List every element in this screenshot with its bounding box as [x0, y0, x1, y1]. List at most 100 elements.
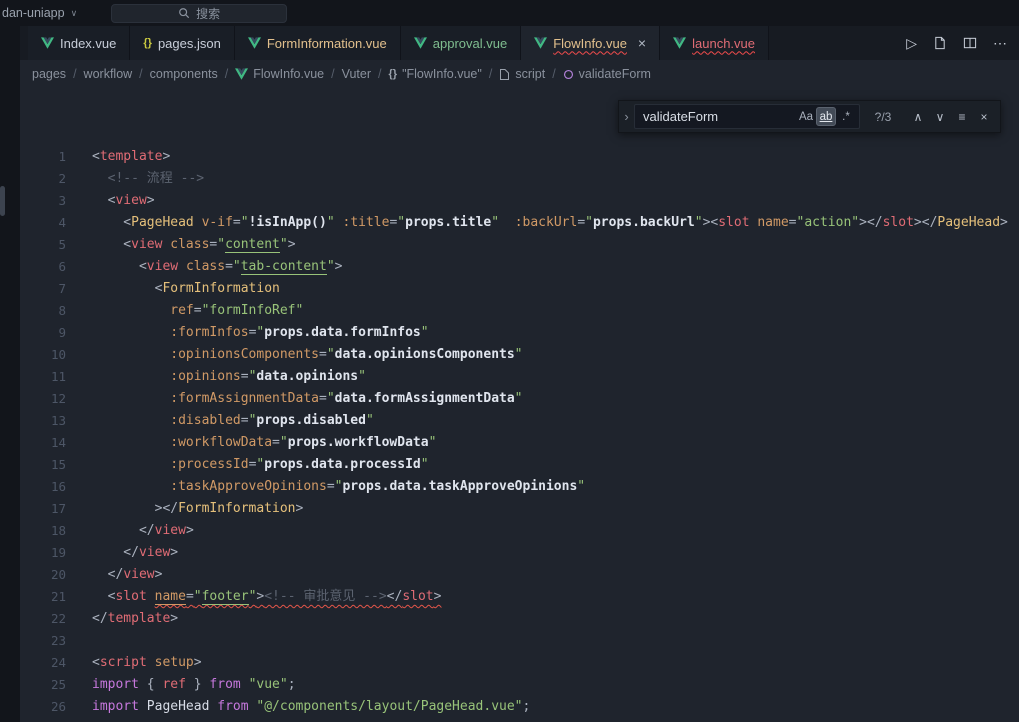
- line-number: 21: [20, 586, 66, 608]
- code-line-content: :processId="props.data.processId": [92, 454, 429, 476]
- editor-group: Index.vue{}pages.json FormInformation.vue…: [20, 26, 1019, 722]
- line-number: 19: [20, 542, 66, 564]
- code-line: 3 <view>: [20, 190, 1019, 212]
- code-line: 14 :workflowData="props.workflowData": [20, 432, 1019, 454]
- breadcrumb-item[interactable]: validateForm: [563, 67, 651, 81]
- line-number: 15: [20, 454, 66, 476]
- breadcrumb-item[interactable]: workflow: [84, 67, 133, 81]
- find-expand-chevron-icon[interactable]: ›: [619, 101, 634, 132]
- breadcrumb-item[interactable]: components: [150, 67, 218, 81]
- code-line-content: ref="formInfoRef": [92, 300, 303, 322]
- tab-bar-tabs: Index.vue{}pages.json FormInformation.vue…: [20, 26, 769, 60]
- code-line: 4 <PageHead v-if="!isInApp()" :title="pr…: [20, 212, 1019, 234]
- code-line: 7 <FormInformation: [20, 278, 1019, 300]
- editor-tab[interactable]: approval.vue: [401, 26, 521, 60]
- breadcrumb-label: Vuter: [342, 67, 371, 81]
- line-number: 11: [20, 366, 66, 388]
- breadcrumb-label: "FlowInfo.vue": [402, 67, 482, 81]
- tab-label: FormInformation.vue: [267, 36, 387, 51]
- breadcrumb-label: script: [515, 67, 545, 81]
- code-line-content: </view>: [92, 520, 194, 542]
- code-line: 2 <!-- 流程 -->: [20, 168, 1019, 190]
- code-line: 16 :taskApproveOpinions="props.data.task…: [20, 476, 1019, 498]
- breadcrumb-label: validateForm: [579, 67, 651, 81]
- tab-label: approval.vue: [433, 36, 507, 51]
- editor-tab[interactable]: {}pages.json: [130, 26, 234, 60]
- code-line-content: :disabled="props.disabled": [92, 410, 374, 432]
- line-number: 26: [20, 696, 66, 718]
- code-line-content: :formAssignmentData="data.formAssignment…: [92, 388, 523, 410]
- line-number: 18: [20, 520, 66, 542]
- find-in-selection-button[interactable]: ≡: [952, 107, 972, 127]
- find-input-box: Aa ab .*: [634, 104, 860, 129]
- code-line-content: import { ref } from "vue";: [92, 674, 296, 696]
- vue-icon: [248, 37, 261, 49]
- run-icon[interactable]: ▷: [906, 35, 917, 52]
- code-line: 11 :opinions="data.opinions": [20, 366, 1019, 388]
- code-line-content: <slot name="footer"><!-- 审批意见 --></slot>: [92, 586, 441, 608]
- tab-close-icon[interactable]: ×: [638, 35, 646, 51]
- tab-label: launch.vue: [692, 36, 755, 51]
- code-line-content: :opinionsComponents="data.opinionsCompon…: [92, 344, 523, 366]
- project-name[interactable]: dan-uniapp: [2, 6, 65, 20]
- line-number: 17: [20, 498, 66, 520]
- code-line: 13 :disabled="props.disabled": [20, 410, 1019, 432]
- code-line: 10 :opinionsComponents="data.opinionsCom…: [20, 344, 1019, 366]
- line-number: 20: [20, 564, 66, 586]
- breadcrumb-item[interactable]: {} "FlowInfo.vue": [389, 67, 482, 81]
- find-input[interactable]: [643, 109, 796, 124]
- editor-tab[interactable]: FormInformation.vue: [235, 26, 401, 60]
- code-line: 8 ref="formInfoRef": [20, 300, 1019, 322]
- breadcrumb-separator: /: [331, 67, 334, 81]
- editor-actions: ▷ ⋯: [894, 26, 1019, 60]
- editor-tab[interactable]: launch.vue: [660, 26, 769, 60]
- find-close-button[interactable]: ×: [974, 107, 994, 127]
- code-line: 22</template>: [20, 608, 1019, 630]
- line-number: 7: [20, 278, 66, 300]
- activity-bar: [0, 26, 20, 722]
- line-number: 6: [20, 256, 66, 278]
- breadcrumb-item[interactable]: Vuter: [342, 67, 371, 81]
- braces-icon: {}: [389, 68, 398, 80]
- open-changes-icon[interactable]: [933, 36, 947, 50]
- find-results-count: ?/3: [870, 110, 896, 124]
- breadcrumb-item[interactable]: FlowInfo.vue: [235, 67, 324, 81]
- code-line: 18 </view>: [20, 520, 1019, 542]
- editor-pane[interactable]: › Aa ab .* ?/3 ∧ ∨ ≡ × 1<template>2 <!--…: [20, 88, 1019, 722]
- find-next-button[interactable]: ∨: [930, 107, 950, 127]
- find-previous-button[interactable]: ∧: [908, 107, 928, 127]
- vue-icon: [534, 37, 547, 49]
- code-line: 9 :formInfos="props.data.formInfos": [20, 322, 1019, 344]
- code-line-content: <view class="tab-content">: [92, 256, 342, 278]
- line-number: 8: [20, 300, 66, 322]
- code-line: 20 </view>: [20, 564, 1019, 586]
- activity-indicator: [0, 186, 5, 216]
- split-editor-icon[interactable]: [963, 36, 977, 50]
- tab-label: FlowInfo.vue: [553, 36, 627, 51]
- code-line-content: <view>: [92, 190, 155, 212]
- line-number: 23: [20, 630, 66, 652]
- whole-word-toggle[interactable]: ab: [816, 107, 836, 126]
- breadcrumb-separator: /: [552, 67, 555, 81]
- editor-tab[interactable]: FlowInfo.vue ×: [521, 26, 660, 60]
- regex-toggle[interactable]: .*: [836, 107, 856, 126]
- code-line-content: <script setup>: [92, 652, 202, 674]
- title-bar: dan-uniapp ∨ 搜索: [0, 0, 1019, 26]
- breadcrumb-item[interactable]: pages: [32, 67, 66, 81]
- code-line-content: <view class="content">: [92, 234, 296, 256]
- more-actions-icon[interactable]: ⋯: [993, 35, 1007, 52]
- editor-tab[interactable]: Index.vue: [28, 26, 130, 60]
- global-search-box[interactable]: 搜索: [111, 4, 287, 23]
- breadcrumb-item[interactable]: script: [499, 67, 545, 81]
- search-icon: [178, 7, 190, 19]
- match-case-toggle[interactable]: Aa: [796, 107, 816, 126]
- vscode-window: dan-uniapp ∨ 搜索 Index.vue{}pages.json For…: [0, 0, 1019, 722]
- breadcrumb-separator: /: [139, 67, 142, 81]
- code-line: 19 </view>: [20, 542, 1019, 564]
- code-line: 26 import PageHead from "@/components/lay…: [20, 696, 1019, 718]
- line-number: 9: [20, 322, 66, 344]
- code-line-content: import PageHead from "@/components/layou…: [92, 696, 530, 718]
- line-number: 2: [20, 168, 66, 190]
- code-line: 1<template>: [20, 146, 1019, 168]
- code-line: 17 ></FormInformation>: [20, 498, 1019, 520]
